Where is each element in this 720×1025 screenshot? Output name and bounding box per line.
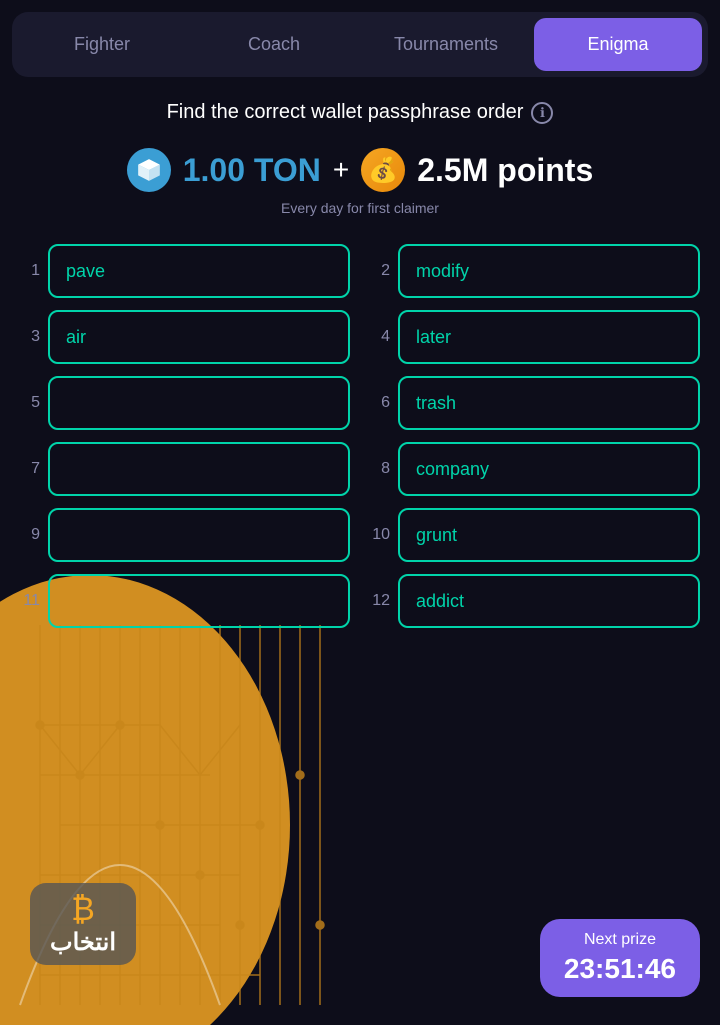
word-box-6[interactable]: trash	[398, 376, 700, 430]
next-prize-label: Next prize	[564, 931, 676, 949]
word-box-9[interactable]	[48, 508, 350, 562]
word-number-11: 11	[20, 592, 40, 610]
word-number-6: 6	[370, 394, 390, 412]
word-number-10: 10	[370, 526, 390, 544]
word-box-12[interactable]: addict	[398, 574, 700, 628]
word-cell-11: 11	[20, 574, 350, 628]
word-number-8: 8	[370, 460, 390, 478]
word-box-7[interactable]	[48, 442, 350, 496]
word-number-2: 2	[370, 262, 390, 280]
tab-enigma[interactable]: Enigma	[534, 18, 702, 71]
word-box-5[interactable]	[48, 376, 350, 430]
word-box-4[interactable]: later	[398, 310, 700, 364]
reward-row: 1.00 TON + 💰 2.5M points	[20, 148, 700, 192]
next-prize-badge: Next prize 23:51:46	[540, 919, 700, 997]
word-cell-10: 10 grunt	[370, 508, 700, 562]
word-cell-8: 8 company	[370, 442, 700, 496]
footer: Next prize 23:51:46	[0, 903, 720, 1013]
word-number-1: 1	[20, 262, 40, 280]
word-box-2[interactable]: modify	[398, 244, 700, 298]
word-cell-9: 9	[20, 508, 350, 562]
tab-coach[interactable]: Coach	[190, 18, 358, 71]
word-number-3: 3	[20, 328, 40, 346]
word-cell-12: 12 addict	[370, 574, 700, 628]
word-grid: 1 pave 2 modify 3 air 4 later 5 6 trash …	[20, 244, 700, 628]
main-content: Find the correct wallet passphrase order…	[0, 77, 720, 628]
tab-tournaments[interactable]: Tournaments	[362, 18, 530, 71]
title-row: Find the correct wallet passphrase order…	[20, 101, 700, 124]
word-box-1[interactable]: pave	[48, 244, 350, 298]
word-number-12: 12	[370, 592, 390, 610]
info-icon[interactable]: ℹ	[531, 102, 553, 124]
tab-fighter[interactable]: Fighter	[18, 18, 186, 71]
word-number-4: 4	[370, 328, 390, 346]
word-cell-1: 1 pave	[20, 244, 350, 298]
reward-subtitle: Every day for first claimer	[20, 200, 700, 216]
page-title: Find the correct wallet passphrase order	[167, 101, 524, 124]
word-cell-5: 5	[20, 376, 350, 430]
word-box-11[interactable]	[48, 574, 350, 628]
plus-sign: +	[333, 154, 349, 186]
word-number-5: 5	[20, 394, 40, 412]
word-cell-7: 7	[20, 442, 350, 496]
next-prize-timer: 23:51:46	[564, 953, 676, 985]
ton-amount: 1.00 TON	[183, 152, 321, 189]
word-number-7: 7	[20, 460, 40, 478]
word-box-10[interactable]: grunt	[398, 508, 700, 562]
ton-icon	[127, 148, 171, 192]
word-cell-3: 3 air	[20, 310, 350, 364]
word-number-9: 9	[20, 526, 40, 544]
ton-logo-icon	[136, 157, 162, 183]
tab-bar: Fighter Coach Tournaments Enigma	[12, 12, 708, 77]
word-cell-6: 6 trash	[370, 376, 700, 430]
word-box-3[interactable]: air	[48, 310, 350, 364]
points-amount: 2.5M points	[417, 152, 593, 189]
word-cell-4: 4 later	[370, 310, 700, 364]
word-cell-2: 2 modify	[370, 244, 700, 298]
coin-icon: 💰	[361, 148, 405, 192]
word-box-8[interactable]: company	[398, 442, 700, 496]
